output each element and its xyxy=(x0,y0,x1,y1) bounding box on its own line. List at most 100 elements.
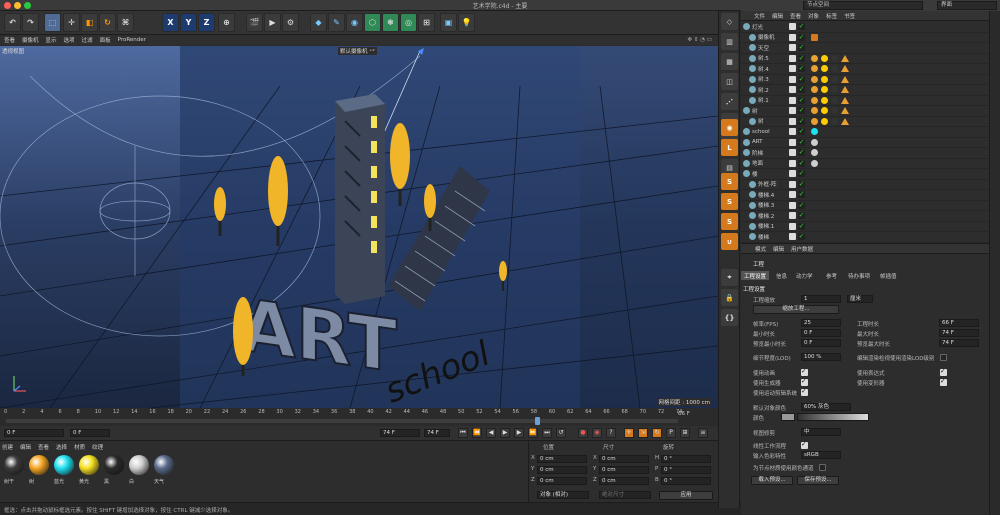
enable-toggle[interactable]: ✓ xyxy=(798,212,805,220)
object-row[interactable]: 楼梯.1 ✓ xyxy=(741,222,989,232)
enable-toggle[interactable]: ✓ xyxy=(798,23,805,31)
select-tool-icon[interactable]: ⬚ xyxy=(44,13,61,32)
material-tag-icon[interactable] xyxy=(811,159,818,167)
material-tag-icon[interactable] xyxy=(811,96,818,104)
object-row[interactable]: 外框-阵 ✓ xyxy=(741,180,989,190)
object-row[interactable]: 地面 ✓ xyxy=(741,159,989,169)
timeline-playhead[interactable] xyxy=(534,417,540,425)
object-row[interactable]: 楼梯.2 ✓ xyxy=(741,211,989,222)
visibility-toggle[interactable] xyxy=(789,159,796,167)
visibility-toggle[interactable] xyxy=(789,33,796,41)
object-row[interactable]: 树.5 ✓ xyxy=(741,54,989,64)
material-tag-icon[interactable] xyxy=(821,96,828,104)
object-row[interactable]: 树.4 ✓ xyxy=(741,64,989,75)
preview-max-field[interactable]: 74 F xyxy=(939,339,979,347)
material-tag-icon[interactable] xyxy=(811,65,818,73)
material-menu-texture[interactable]: 纹理 xyxy=(92,443,103,451)
points-mode-icon[interactable]: ⋰ xyxy=(721,93,738,110)
enable-toggle[interactable]: ✓ xyxy=(798,233,805,241)
object-row[interactable]: 摄像机 ✓ xyxy=(741,33,989,43)
preview-min-field[interactable]: 0 F xyxy=(801,339,841,347)
enable-toggle[interactable]: ✓ xyxy=(798,170,805,178)
pos-key-icon[interactable]: ✛ xyxy=(624,428,634,438)
coordinate-system-icon[interactable]: ⊕ xyxy=(218,13,235,32)
material-tag-icon[interactable] xyxy=(831,75,838,83)
node-color-checkbox[interactable] xyxy=(819,464,826,471)
material-menu-create[interactable]: 创建 xyxy=(2,443,13,451)
material-tag-icon[interactable] xyxy=(821,75,828,83)
record-icon[interactable]: ● xyxy=(578,428,588,438)
material-swatch[interactable] xyxy=(154,455,174,475)
material-tag-icon[interactable] xyxy=(811,117,818,125)
object-row[interactable]: 树.2 ✓ xyxy=(741,85,989,96)
visibility-toggle[interactable] xyxy=(789,75,796,83)
keyframe-selection-icon[interactable]: ? xyxy=(606,428,616,438)
material-tag-icon[interactable] xyxy=(821,107,828,115)
enable-toggle[interactable]: ✓ xyxy=(798,96,805,104)
render-settings-icon[interactable]: ⚙ xyxy=(282,13,299,32)
visibility-toggle[interactable] xyxy=(789,117,796,125)
viewport-menu-panel[interactable]: 面板 xyxy=(100,36,111,44)
visibility-toggle[interactable] xyxy=(789,191,796,199)
position-field[interactable]: 0 cm xyxy=(537,477,587,485)
material-tag-icon[interactable] xyxy=(811,86,818,94)
position-field[interactable]: 0 cm xyxy=(537,455,587,463)
visibility-toggle[interactable] xyxy=(789,128,796,136)
scale-tool-icon[interactable]: ◧ xyxy=(81,13,98,32)
visibility-toggle[interactable] xyxy=(789,107,796,115)
visibility-toggle[interactable] xyxy=(789,86,796,94)
viewport-menu-display[interactable]: 显示 xyxy=(46,36,57,44)
material-tag-icon[interactable] xyxy=(811,54,818,62)
y-axis-button[interactable]: Y xyxy=(180,13,197,32)
camera-tag-icon[interactable] xyxy=(811,33,818,41)
material-tag-icon[interactable] xyxy=(831,54,838,62)
cloner-icon[interactable]: ❃ xyxy=(382,13,399,32)
workplane-icon[interactable]: ◫ xyxy=(721,73,738,90)
texture-mode-icon[interactable]: ▦ xyxy=(721,53,738,70)
rotation-field[interactable]: 0 ° xyxy=(661,477,711,485)
material-tag-icon[interactable] xyxy=(811,138,818,146)
play-icon[interactable]: ▶ xyxy=(500,428,510,438)
param-key-icon[interactable]: P xyxy=(666,428,676,438)
visibility-toggle[interactable] xyxy=(789,149,796,157)
enable-toggle[interactable]: ✓ xyxy=(798,180,805,188)
tab-reference[interactable]: 参考 xyxy=(823,271,840,280)
color-swatch[interactable] xyxy=(781,413,795,421)
min-time-field[interactable]: 0 F xyxy=(801,329,841,337)
phong-tag-icon[interactable] xyxy=(841,96,849,104)
render-region-icon[interactable]: 🎬 xyxy=(246,13,263,32)
object-menu-view[interactable]: 查看 xyxy=(790,12,801,20)
current-frame-field[interactable]: 0 F xyxy=(4,429,64,437)
scene-icon[interactable]: ⊞ xyxy=(418,13,435,32)
material-tag-icon[interactable] xyxy=(811,149,818,157)
active-camera-label[interactable]: 默认摄像机 ⁺° xyxy=(338,47,377,55)
timeline-ruler[interactable]: 0 2 4 6 8 10 12 14 16 18 20 22 24 26 28 30 32 34 36 38 40 42 4… xyxy=(0,408,718,426)
viewport-menu-filter[interactable]: 过滤 xyxy=(82,36,93,44)
enable-toggle[interactable]: ✓ xyxy=(798,44,805,52)
x-axis-button[interactable]: X xyxy=(162,13,179,32)
visibility-toggle[interactable] xyxy=(789,65,796,73)
material-menu-view[interactable]: 查看 xyxy=(38,443,49,451)
material-tag-icon[interactable] xyxy=(831,117,838,125)
prev-key-icon[interactable]: ⏪ xyxy=(472,428,482,438)
visibility-toggle[interactable] xyxy=(789,201,796,209)
magnet-icon[interactable]: ∪ xyxy=(721,233,738,250)
viewport-menu-view[interactable]: 查看 xyxy=(4,36,15,44)
s-tool-icon-3[interactable]: S xyxy=(721,213,738,230)
object-menu-edit[interactable]: 编辑 xyxy=(772,12,783,20)
model-mode-icon[interactable]: ▥ xyxy=(721,33,738,50)
enable-toggle[interactable]: ✓ xyxy=(798,75,805,83)
default-color-select[interactable]: 60% 灰色 xyxy=(801,403,851,411)
fps-field[interactable]: 25 xyxy=(801,319,841,327)
visibility-toggle[interactable] xyxy=(789,180,796,188)
max-time-field[interactable]: 74 F xyxy=(939,329,979,337)
z-axis-button[interactable]: Z xyxy=(198,13,215,32)
subdivision-icon[interactable]: ◉ xyxy=(346,13,363,32)
camera-icon[interactable]: ▣ xyxy=(440,13,457,32)
object-row[interactable]: 灯光 ✓ xyxy=(741,22,989,33)
lod-editor-checkbox[interactable] xyxy=(940,354,947,361)
enable-toggle[interactable]: ✓ xyxy=(798,191,805,199)
scale-unit-select[interactable]: 厘米 xyxy=(847,295,873,303)
use-deform-checkbox[interactable] xyxy=(940,377,947,386)
next-key-icon[interactable]: ⏩ xyxy=(528,428,538,438)
